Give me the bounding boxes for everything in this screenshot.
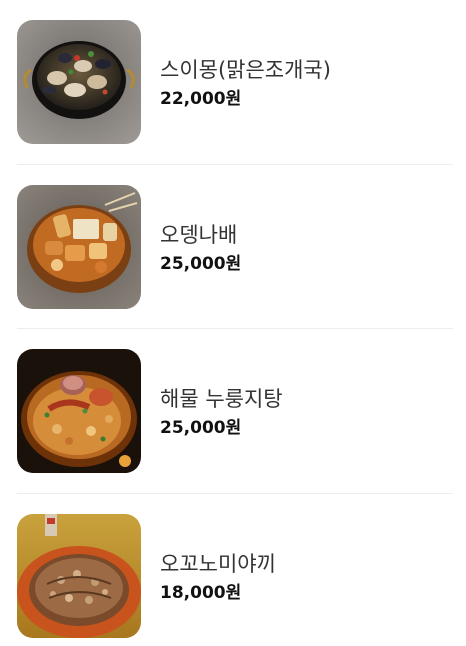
menu-item-photo bbox=[17, 349, 141, 473]
menu-item-photo bbox=[17, 185, 141, 309]
menu-item-name: 오뎅나배 bbox=[160, 223, 238, 247]
menu-item-price: 25,000원 bbox=[160, 254, 242, 274]
okonomiyaki-photo bbox=[17, 514, 141, 638]
menu-item-seafood-nurungji[interactable]: 해물 누룽지탕 25,000원 bbox=[17, 349, 453, 473]
seafood-nurungji-photo bbox=[17, 349, 141, 473]
menu-item-price: 22,000원 bbox=[160, 89, 242, 109]
menu-item-clam-soup[interactable]: 스이몽(맑은조개국) 22,000원 bbox=[17, 20, 453, 144]
divider bbox=[17, 328, 453, 329]
menu-item-price: 18,000원 bbox=[160, 583, 242, 603]
menu-item-name: 해물 누룽지탕 bbox=[160, 387, 283, 411]
clam-soup-photo bbox=[17, 20, 141, 144]
menu-item-name: 오꼬노미야끼 bbox=[160, 552, 276, 576]
menu-item-photo bbox=[17, 20, 141, 144]
menu-item-okonomiyaki[interactable]: 오꼬노미야끼 18,000원 bbox=[17, 514, 453, 638]
oden-hotpot-photo bbox=[17, 185, 141, 309]
menu-item-price: 25,000원 bbox=[160, 418, 242, 438]
menu-item-photo bbox=[17, 514, 141, 638]
divider bbox=[17, 493, 453, 494]
divider bbox=[17, 164, 453, 165]
menu-item-name: 스이몽(맑은조개국) bbox=[160, 58, 331, 82]
menu-item-oden-hotpot[interactable]: 오뎅나배 25,000원 bbox=[17, 185, 453, 309]
